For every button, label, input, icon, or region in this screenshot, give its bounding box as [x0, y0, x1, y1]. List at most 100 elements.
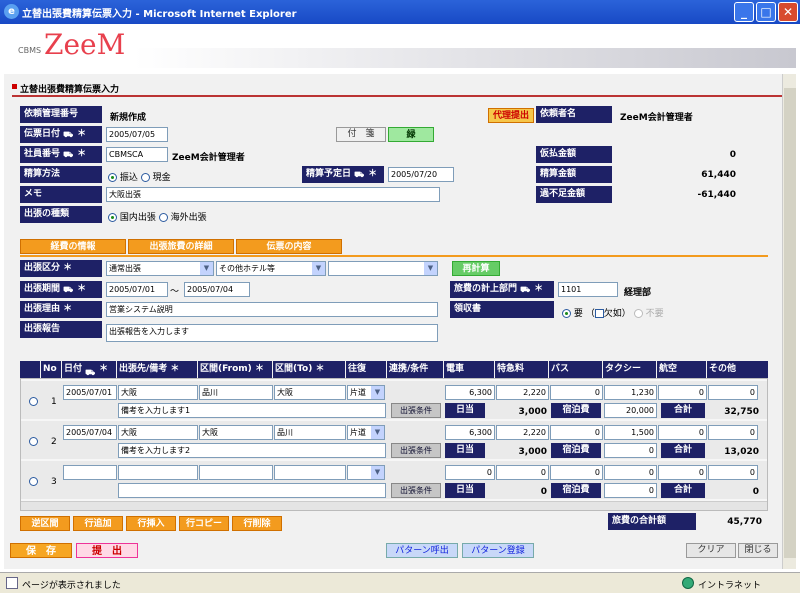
method-cash-radio[interactable] [140, 173, 150, 182]
chevron-down-icon[interactable]: ▼ [371, 386, 384, 399]
chevron-down-icon[interactable]: ▼ [424, 262, 437, 275]
trip-type-select[interactable]: 通常出張 ▼ [106, 261, 214, 276]
row-date-input[interactable]: 2005/07/01 [63, 385, 117, 400]
date-input[interactable]: 2005/07/05 [106, 127, 168, 142]
calendar-icon[interactable]: ⛟ [520, 284, 534, 294]
save-button[interactable]: 保 存 [10, 543, 72, 558]
calendar-icon[interactable]: ⛟ [63, 129, 77, 139]
trip-extra-select[interactable]: ▼ [328, 261, 438, 276]
row-lodging-input[interactable]: 0 [604, 443, 657, 458]
minimize-button[interactable]: _ [734, 2, 754, 22]
vertical-scrollbar[interactable] [782, 74, 796, 569]
calendar-icon[interactable]: ⛟ [85, 364, 99, 377]
row-bus-input[interactable]: 0 [550, 465, 603, 480]
row-express-input[interactable]: 2,220 [496, 425, 549, 440]
insert-row-button[interactable]: 行挿入 [126, 516, 176, 531]
row-other-input[interactable]: 0 [708, 425, 758, 440]
row-memo-input[interactable]: 備考を入力します1 [118, 403, 386, 418]
delete-row-button[interactable]: 行削除 [232, 516, 282, 531]
copy-row-button[interactable]: 行コピー [179, 516, 229, 531]
row-train-input[interactable]: 6,300 [445, 385, 495, 400]
calendar-icon[interactable]: ⛟ [63, 284, 77, 294]
dept-code-input[interactable]: 1101 [558, 282, 618, 297]
row-to-input[interactable]: 品川 [274, 425, 346, 440]
row-to-input[interactable]: 大阪 [274, 385, 346, 400]
period-to-input[interactable]: 2005/07/04 [184, 282, 250, 297]
row-to-input[interactable] [274, 465, 346, 480]
reason-input[interactable]: 営業システム説明 [106, 302, 438, 317]
calendar-icon[interactable]: ⛟ [63, 149, 77, 159]
row-cond-button[interactable]: 出張条件 [391, 403, 441, 418]
tab-expense-info[interactable]: 経費の情報 [20, 239, 126, 254]
row-train-input[interactable]: 0 [445, 465, 495, 480]
row-round-select[interactable]: ▼ [347, 465, 385, 480]
fusen-button[interactable]: 付 箋 [336, 127, 386, 142]
proxy-button[interactable]: 代理提出 [488, 108, 534, 123]
kind-domestic-radio[interactable] [108, 213, 117, 222]
emp-input[interactable]: CBMSCA [106, 147, 168, 162]
row-dest-input[interactable] [118, 465, 198, 480]
row-round-select[interactable]: 片道 ▼ [347, 425, 385, 440]
row-select-radio[interactable] [29, 437, 38, 446]
memo-input[interactable]: 大阪出張 [106, 187, 440, 202]
row-bus-input[interactable]: 0 [550, 425, 603, 440]
row-date-input[interactable]: 2005/07/04 [63, 425, 117, 440]
receipt-missing-checkbox[interactable] [594, 309, 604, 318]
submit-button[interactable]: 提 出 [76, 543, 138, 558]
add-row-button[interactable]: 行追加 [73, 516, 123, 531]
row-memo-input[interactable] [118, 483, 386, 498]
row-cond-button[interactable]: 出張条件 [391, 483, 441, 498]
row-round-select[interactable]: 片道 ▼ [347, 385, 385, 400]
tab-travel-detail[interactable]: 出張旅費の詳細 [128, 239, 234, 254]
receipt-notneeded-radio[interactable] [633, 309, 643, 318]
row-air-input[interactable]: 0 [658, 465, 707, 480]
row-select-radio[interactable] [29, 397, 38, 406]
plan-input[interactable]: 2005/07/20 [388, 167, 454, 182]
green-button[interactable]: 緑 [388, 127, 434, 142]
row-bus-input[interactable]: 0 [550, 385, 603, 400]
hotel-type-select[interactable]: その他ホテル等 ▼ [216, 261, 326, 276]
report-input[interactable]: 出張報告を入力します [106, 324, 438, 342]
row-from-input[interactable] [199, 465, 273, 480]
row-express-input[interactable]: 0 [496, 465, 549, 480]
row-lodging-input[interactable]: 20,000 [604, 403, 657, 418]
receipt-required-radio[interactable] [562, 309, 571, 318]
pattern-register-button[interactable]: パターン登録 [462, 543, 534, 558]
kind-overseas-radio[interactable] [158, 213, 168, 222]
row-dest-input[interactable]: 大阪 [118, 425, 198, 440]
row-cond-button[interactable]: 出張条件 [391, 443, 441, 458]
row-taxi-input[interactable]: 0 [604, 465, 657, 480]
recalc-button[interactable]: 再計算 [452, 261, 500, 276]
row-date-input[interactable] [63, 465, 117, 480]
method-transfer-radio[interactable] [108, 173, 117, 182]
tab-slip-content[interactable]: 伝票の内容 [236, 239, 342, 254]
row-other-input[interactable]: 0 [708, 465, 758, 480]
row-taxi-input[interactable]: 1,500 [604, 425, 657, 440]
row-other-input[interactable]: 0 [708, 385, 758, 400]
reverse-route-button[interactable]: 逆区間 [20, 516, 70, 531]
period-from-input[interactable]: 2005/07/01 [106, 282, 168, 297]
chevron-down-icon[interactable]: ▼ [371, 466, 384, 479]
close-button[interactable]: 閉じる [738, 543, 778, 558]
row-lodging-input[interactable]: 0 [604, 483, 657, 498]
row-taxi-input[interactable]: 1,230 [604, 385, 657, 400]
row-air-input[interactable]: 0 [658, 385, 707, 400]
row-from-input[interactable]: 大阪 [199, 425, 273, 440]
chevron-down-icon[interactable]: ▼ [312, 262, 325, 275]
clear-button[interactable]: クリア [686, 543, 736, 558]
maximize-button[interactable]: □ [756, 2, 776, 22]
close-window-button[interactable]: ✕ [778, 2, 798, 22]
pattern-call-button[interactable]: パターン呼出 [386, 543, 458, 558]
chevron-down-icon[interactable]: ▼ [371, 426, 384, 439]
row-train-input[interactable]: 6,300 [445, 425, 495, 440]
row-express-input[interactable]: 2,220 [496, 385, 549, 400]
scrollbar-thumb[interactable] [784, 88, 796, 558]
tab-underline [20, 255, 768, 257]
row-from-input[interactable]: 品川 [199, 385, 273, 400]
row-select-radio[interactable] [29, 477, 38, 486]
row-dest-input[interactable]: 大阪 [118, 385, 198, 400]
chevron-down-icon[interactable]: ▼ [200, 262, 213, 275]
row-memo-input[interactable]: 備考を入力します2 [118, 443, 386, 458]
calendar-icon[interactable]: ⛟ [354, 169, 368, 179]
row-air-input[interactable]: 0 [658, 425, 707, 440]
